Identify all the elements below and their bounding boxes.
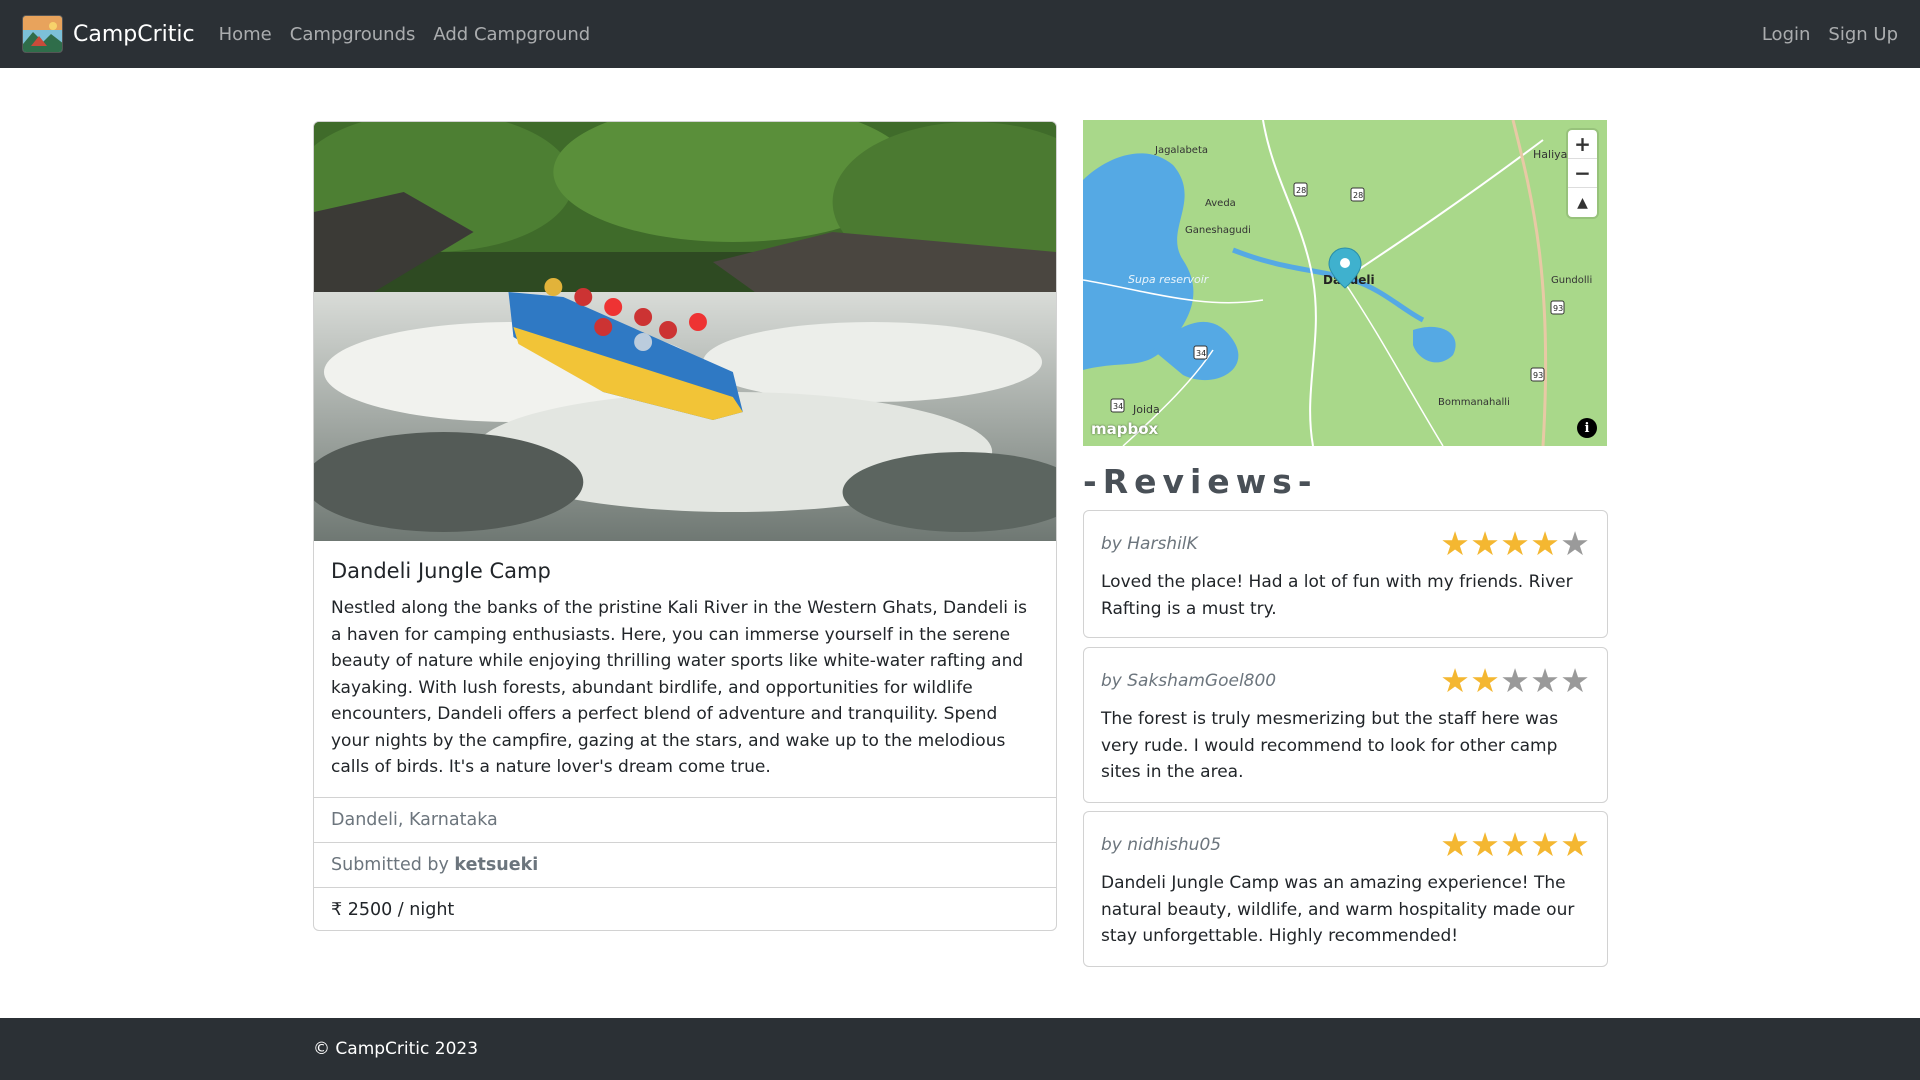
zoom-in-button[interactable]: + bbox=[1568, 130, 1597, 159]
star-filled-icon: ★ bbox=[1530, 825, 1560, 864]
campground-card: Dandeli Jungle Camp Nestled along the ba… bbox=[313, 121, 1057, 931]
star-empty-icon: ★ bbox=[1500, 661, 1530, 700]
star-filled-icon: ★ bbox=[1500, 524, 1530, 563]
map-label-supa: Supa reservoir bbox=[1128, 273, 1210, 286]
map-label-ganeshagudi: Ganeshagudi bbox=[1185, 225, 1251, 236]
road-shield-34b: 34 bbox=[1113, 402, 1123, 411]
footer-copyright: © CampCritic 2023 bbox=[313, 1039, 479, 1059]
road-shield-93b: 93 bbox=[1533, 371, 1543, 380]
map-label-aveda: Aveda bbox=[1205, 198, 1236, 209]
star-filled-icon: ★ bbox=[1530, 524, 1560, 563]
submitted-by-author: ketsueki bbox=[454, 854, 539, 875]
star-empty-icon: ★ bbox=[1560, 661, 1590, 700]
zoom-out-button[interactable]: − bbox=[1568, 159, 1597, 188]
star-filled-icon: ★ bbox=[1440, 661, 1470, 700]
star-filled-icon: ★ bbox=[1470, 524, 1500, 563]
review-header: by SakshamGoel800 ★ ★ ★ ★ ★ bbox=[1101, 661, 1590, 700]
brand-name: CampCritic bbox=[73, 21, 195, 47]
brand[interactable]: CampCritic bbox=[22, 15, 219, 53]
star-filled-icon: ★ bbox=[1470, 661, 1500, 700]
review-header: by nidhishu05 ★ ★ ★ ★ ★ bbox=[1101, 825, 1590, 864]
review-rating: ★ ★ ★ ★ ★ bbox=[1440, 524, 1590, 563]
review-card: by HarshilK ★ ★ ★ ★ ★ Loved the place! Had a… bbox=[1083, 510, 1608, 638]
mapbox-logo[interactable]: mapbox bbox=[1091, 420, 1158, 438]
review-rating: ★ ★ ★ ★ ★ bbox=[1440, 661, 1590, 700]
review-author: by nidhishu05 bbox=[1101, 835, 1222, 855]
campground-description: Nestled along the banks of the pristine … bbox=[331, 598, 1028, 777]
map-controls: + − ▲ bbox=[1568, 130, 1597, 217]
road-shield-93a: 93 bbox=[1553, 304, 1563, 313]
map-label-bommanahalli: Bommanahalli bbox=[1438, 397, 1510, 408]
campground-title: Dandeli Jungle Camp bbox=[331, 559, 551, 583]
reviews-heading: -Reviews- bbox=[1083, 462, 1318, 501]
star-filled-icon: ★ bbox=[1470, 825, 1500, 864]
map-attribution-info-icon[interactable]: i bbox=[1577, 418, 1597, 438]
road-shield-34a: 34 bbox=[1196, 349, 1206, 358]
nav-auth: Login Sign Up bbox=[1748, 24, 1898, 45]
campground-image bbox=[314, 122, 1056, 541]
campground-body: Dandeli Jungle Camp Nestled along the ba… bbox=[314, 541, 1056, 797]
review-text: Loved the place! Had a lot of fun with m… bbox=[1101, 572, 1573, 619]
campground-price: ₹ 2500 / night bbox=[314, 886, 1056, 931]
star-filled-icon: ★ bbox=[1500, 825, 1530, 864]
star-filled-icon: ★ bbox=[1440, 524, 1470, 563]
review-text: The forest is truly mesmerizing but the … bbox=[1101, 709, 1559, 782]
map-label-gundolli: Gundolli bbox=[1551, 275, 1592, 286]
review-card: by nidhishu05 ★ ★ ★ ★ ★ Dandeli Jungle Camp … bbox=[1083, 811, 1608, 967]
review-card: by SakshamGoel800 ★ ★ ★ ★ ★ The forest is tr… bbox=[1083, 647, 1608, 803]
brand-logo-icon bbox=[22, 15, 63, 53]
review-author: by HarshilK bbox=[1101, 534, 1198, 554]
nav-home-link[interactable]: Home bbox=[219, 24, 272, 45]
map-label-joida: Joida bbox=[1132, 403, 1160, 416]
nav-add-campground-link[interactable]: Add Campground bbox=[433, 24, 590, 45]
road-shield-28b: 28 bbox=[1353, 191, 1363, 200]
footer: © CampCritic 2023 bbox=[0, 1018, 1920, 1080]
star-empty-icon: ★ bbox=[1530, 661, 1560, 700]
nav-campgrounds-link[interactable]: Campgrounds bbox=[290, 24, 416, 45]
review-author: by SakshamGoel800 bbox=[1101, 671, 1277, 691]
map-label-haliyal: Haliya bbox=[1533, 148, 1567, 161]
star-filled-icon: ★ bbox=[1560, 825, 1590, 864]
map-canvas[interactable]: Jagalabeta Haliya Aveda Ganeshagudi Supa… bbox=[1083, 120, 1607, 446]
campground-submitted-by: Submitted by ketsueki bbox=[314, 841, 1056, 887]
campground-location: Dandeli, Karnataka bbox=[314, 796, 1056, 842]
submitted-by-label: Submitted by bbox=[331, 854, 449, 875]
map-label-jagalabeta: Jagalabeta bbox=[1154, 145, 1208, 156]
navbar: CampCritic Home Campgrounds Add Campgrou… bbox=[0, 0, 1920, 68]
star-empty-icon: ★ bbox=[1560, 524, 1590, 563]
review-rating: ★ ★ ★ ★ ★ bbox=[1440, 825, 1590, 864]
star-filled-icon: ★ bbox=[1440, 825, 1470, 864]
campground-map[interactable]: Jagalabeta Haliya Aveda Ganeshagudi Supa… bbox=[1083, 120, 1607, 446]
compass-button[interactable]: ▲ bbox=[1568, 188, 1597, 217]
signup-link[interactable]: Sign Up bbox=[1828, 24, 1898, 45]
review-header: by HarshilK ★ ★ ★ ★ ★ bbox=[1101, 524, 1590, 563]
login-link[interactable]: Login bbox=[1762, 24, 1811, 45]
review-text: Dandeli Jungle Camp was an amazing exper… bbox=[1101, 873, 1575, 946]
road-shield-28a: 28 bbox=[1296, 186, 1306, 195]
